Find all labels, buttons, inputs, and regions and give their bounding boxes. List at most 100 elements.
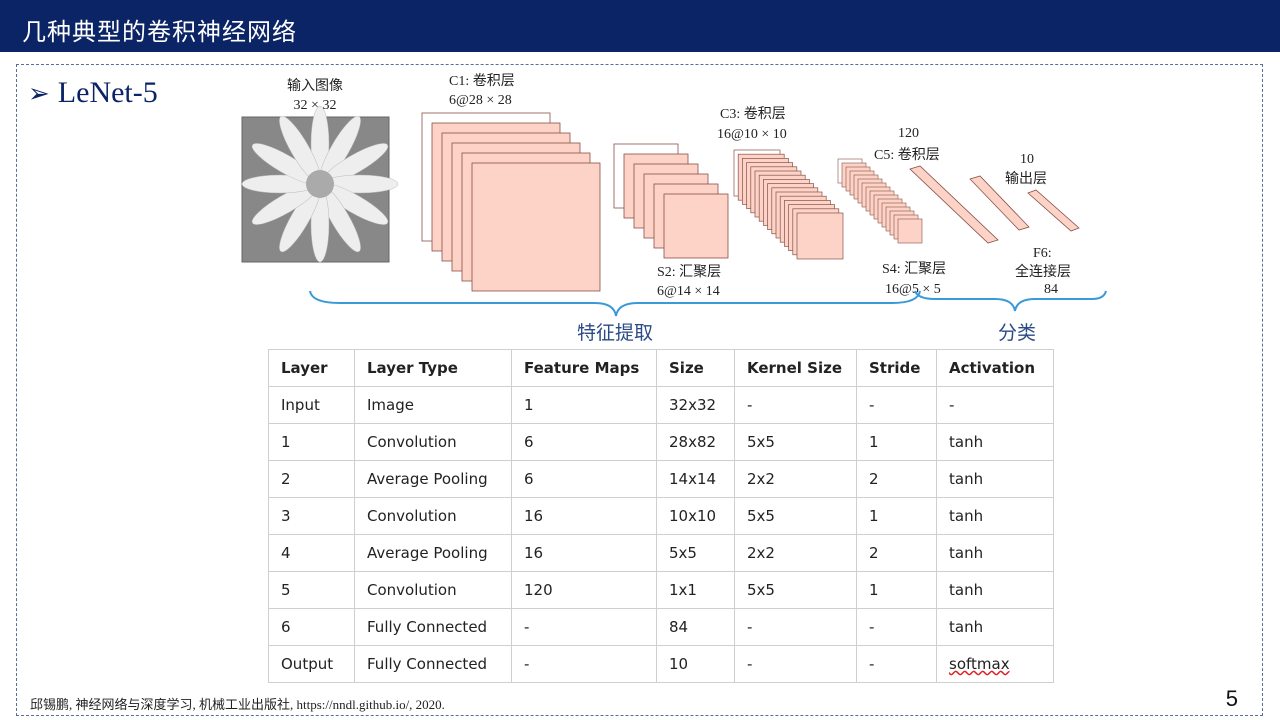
table-cell: 16 bbox=[511, 497, 657, 535]
table-row: 1 Convolution 6 28x82 5x5 1 tanh bbox=[268, 423, 1054, 461]
table-row: Output Fully Connected - 10 - - softmax bbox=[268, 645, 1054, 683]
table-row: 5 Convolution 120 1x1 5x5 1 tanh bbox=[268, 571, 1054, 609]
page-title: 几种典型的卷积神经网络 bbox=[22, 18, 297, 46]
table-cell: 5x5 bbox=[734, 571, 857, 609]
table-cell: tanh bbox=[936, 423, 1054, 461]
table-row: 6 Fully Connected - 84 - - tanh bbox=[268, 608, 1054, 646]
table-row: 3 Convolution 16 10x10 5x5 1 tanh bbox=[268, 497, 1054, 535]
table-cell: 5x5 bbox=[734, 423, 857, 461]
table-cell: 6 bbox=[511, 460, 657, 498]
feature-extraction-label: 特征提取 bbox=[577, 322, 653, 344]
table-header-cell: Feature Maps bbox=[511, 349, 657, 387]
c1-label: C1: 卷积层 bbox=[449, 73, 515, 89]
layer-table: Layer Layer Type Feature Maps Size Kerne… bbox=[268, 349, 1054, 683]
table-cell: 5x5 bbox=[734, 497, 857, 535]
table-cell: 10 bbox=[656, 645, 735, 683]
table-header-cell: Kernel Size bbox=[734, 349, 857, 387]
input-size: 32 × 32 bbox=[294, 98, 337, 113]
table-cell: Convolution bbox=[354, 571, 512, 609]
f6-label: F6: bbox=[1033, 246, 1052, 261]
table-header-cell: Layer Type bbox=[354, 349, 512, 387]
table-cell: - bbox=[856, 608, 937, 646]
c5-layer bbox=[909, 165, 999, 244]
table-cell: Fully Connected bbox=[354, 608, 512, 646]
page-number: 5 bbox=[1225, 686, 1238, 711]
table-cell: tanh bbox=[936, 497, 1054, 535]
table-cell: - bbox=[936, 386, 1054, 424]
f6-desc: 全连接层 bbox=[1015, 263, 1071, 280]
s2-feature-maps bbox=[613, 143, 729, 259]
table-cell: Average Pooling bbox=[354, 460, 512, 498]
table-cell: 84 bbox=[656, 608, 735, 646]
s4-size: 16@5 × 5 bbox=[885, 282, 941, 297]
input-label: 输入图像 bbox=[287, 78, 343, 94]
table-header-cell: Stride bbox=[856, 349, 937, 387]
table-cell: 5x5 bbox=[656, 534, 735, 572]
table-cell: Convolution bbox=[354, 497, 512, 535]
table-cell: 2x2 bbox=[734, 460, 857, 498]
table-cell: softmax bbox=[936, 645, 1054, 683]
output-label: 输出层 bbox=[1005, 171, 1047, 187]
c1-size: 6@28 × 28 bbox=[449, 93, 512, 108]
table-cell: 5 bbox=[268, 571, 355, 609]
table-cell: 1 bbox=[856, 497, 937, 535]
table-cell: 4 bbox=[268, 534, 355, 572]
table-cell: 1x1 bbox=[656, 571, 735, 609]
classification-label: 分类 bbox=[998, 322, 1036, 344]
table-cell: 2 bbox=[856, 460, 937, 498]
table-cell: - bbox=[734, 608, 857, 646]
c3-size: 16@10 × 10 bbox=[717, 127, 787, 142]
table-row: 4 Average Pooling 16 5x5 2x2 2 tanh bbox=[268, 534, 1054, 572]
input-image bbox=[241, 105, 399, 263]
table-cell: Fully Connected bbox=[354, 645, 512, 683]
lenet-diagram: 输入图像 32 × 32 C1: 卷积层 6@28 × 28 S2: 汇聚层 6… bbox=[241, 73, 1107, 344]
table-cell: Input bbox=[268, 386, 355, 424]
f6-num: 84 bbox=[1044, 282, 1058, 297]
feature-extraction-brace bbox=[309, 290, 921, 317]
s4-feature-maps bbox=[837, 158, 923, 244]
c3-feature-maps bbox=[733, 149, 844, 260]
table-cell: - bbox=[856, 386, 937, 424]
table-cell: 1 bbox=[511, 386, 657, 424]
table-cell: 6 bbox=[268, 608, 355, 646]
table-cell: 120 bbox=[511, 571, 657, 609]
table-header-cell: Activation bbox=[936, 349, 1054, 387]
table-cell: - bbox=[856, 645, 937, 683]
s4-label: S4: 汇聚层 bbox=[882, 261, 946, 277]
c5-label: C5: 卷积层 bbox=[874, 147, 940, 163]
table-cell: Average Pooling bbox=[354, 534, 512, 572]
table-cell: 1 bbox=[268, 423, 355, 461]
table-cell: - bbox=[511, 645, 657, 683]
table-cell: - bbox=[734, 645, 857, 683]
table-row: Input Image 1 32x32 - - - bbox=[268, 386, 1054, 424]
table-cell: 14x14 bbox=[656, 460, 735, 498]
table-cell: 32x32 bbox=[656, 386, 735, 424]
c1-feature-maps bbox=[421, 112, 601, 292]
table-cell: tanh bbox=[936, 460, 1054, 498]
table-cell: tanh bbox=[936, 571, 1054, 609]
table-cell: 28x82 bbox=[656, 423, 735, 461]
table-cell: Image bbox=[354, 386, 512, 424]
table-cell: 3 bbox=[268, 497, 355, 535]
table-row: 2 Average Pooling 6 14x14 2x2 2 tanh bbox=[268, 460, 1054, 498]
table-header-cell: Layer bbox=[268, 349, 355, 387]
s2-label: S2: 汇聚层 bbox=[657, 264, 721, 280]
table-cell: Output bbox=[268, 645, 355, 683]
table-cell: 2x2 bbox=[734, 534, 857, 572]
table-cell: 10x10 bbox=[656, 497, 735, 535]
table-cell: 1 bbox=[856, 423, 937, 461]
citation: 邱锡鹏, 神经网络与深度学习, 机械工业出版社, https://nndl.gi… bbox=[30, 697, 445, 712]
table-cell: tanh bbox=[936, 534, 1054, 572]
classification-brace bbox=[914, 290, 1107, 312]
table-cell: tanh bbox=[936, 608, 1054, 646]
table-cell: 2 bbox=[856, 534, 937, 572]
output-num: 10 bbox=[1020, 152, 1034, 167]
section-title: ➢ LeNet-5 bbox=[28, 76, 158, 110]
table-cell: Convolution bbox=[354, 423, 512, 461]
c5-num: 120 bbox=[898, 126, 919, 141]
output-layer bbox=[1027, 189, 1080, 232]
table-cell: 16 bbox=[511, 534, 657, 572]
table-header-cell: Size bbox=[656, 349, 735, 387]
c3-label: C3: 卷积层 bbox=[720, 106, 786, 122]
table-cell: - bbox=[734, 386, 857, 424]
